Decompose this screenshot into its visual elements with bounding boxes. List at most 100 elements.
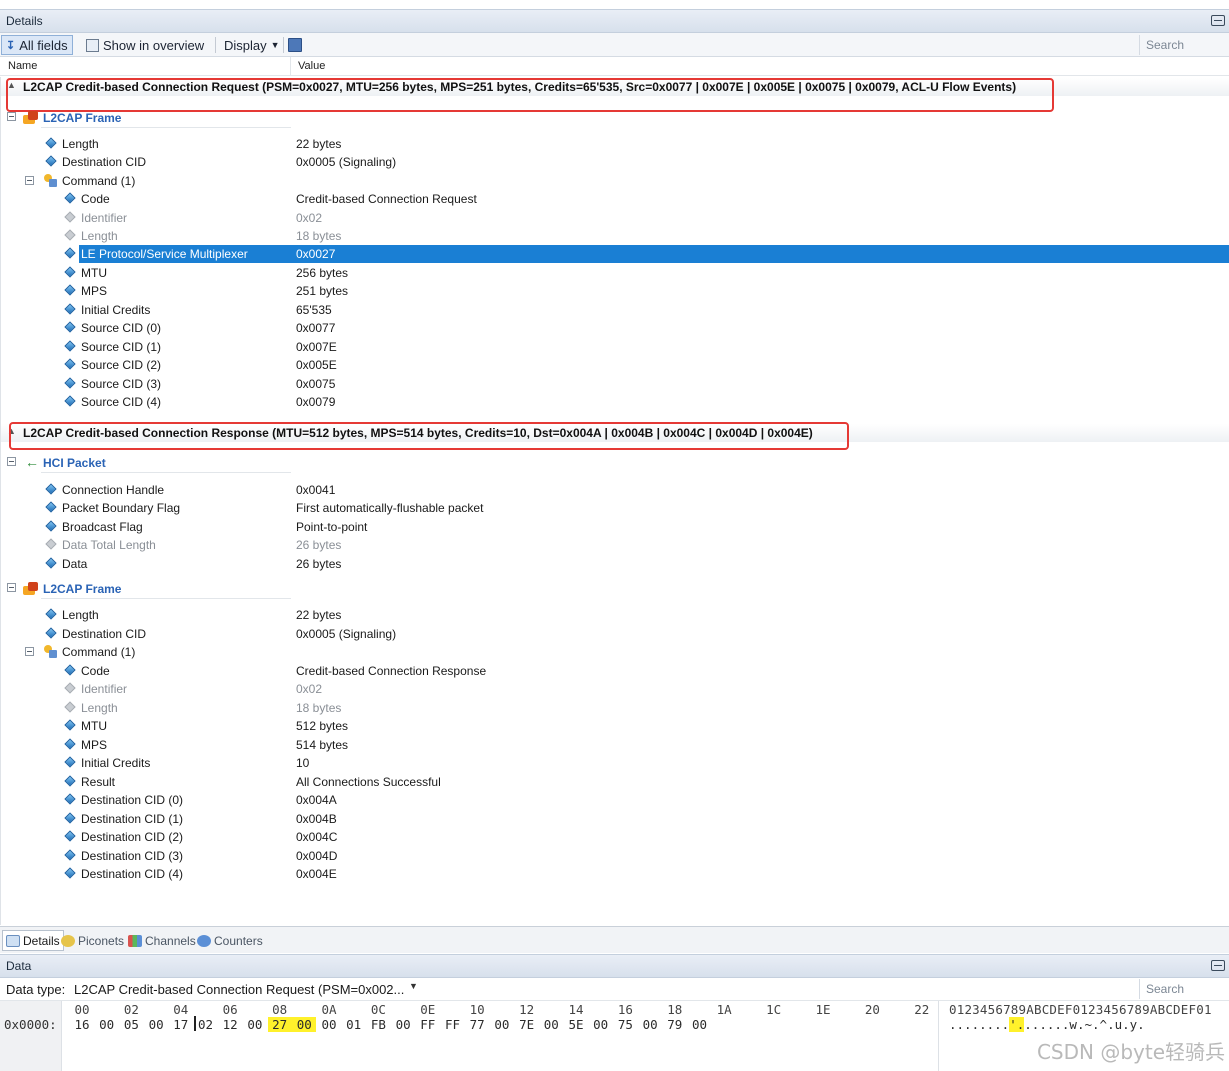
hex-byte[interactable]: 27 [267, 1017, 292, 1032]
data-type-select[interactable]: L2CAP Credit-based Connection Request (P… [74, 982, 404, 997]
collapse-toggle-icon[interactable] [7, 457, 16, 466]
show-in-overview-button[interactable]: Show in overview [82, 35, 208, 55]
field-row[interactable]: Source CID (3) 0x0075 [1, 375, 1229, 393]
hex-byte[interactable]: 7E [515, 1017, 539, 1032]
all-fields-button[interactable]: ↧ All fields [1, 35, 73, 55]
selected-field-row[interactable]: LE Protocol/Service Multiplexer 0x0027 [1, 245, 1229, 263]
hex-byte[interactable]: 16 [70, 1017, 94, 1032]
hex-byte[interactable]: 00 [539, 1017, 563, 1032]
export-button[interactable] [284, 35, 306, 55]
hex-byte[interactable]: 17 [169, 1017, 193, 1032]
field-row[interactable]: Initial Credits 10 [1, 754, 1229, 772]
field-row[interactable]: Data Total Length 26 bytes [1, 536, 1229, 554]
hex-byte[interactable]: 79 [663, 1017, 687, 1032]
hex-byte[interactable]: 75 [613, 1017, 637, 1032]
field-row[interactable]: Destination CID (0) 0x004A [1, 791, 1229, 809]
field-row[interactable]: Length 22 bytes [1, 606, 1229, 624]
field-row[interactable]: Packet Boundary Flag First automatically… [1, 499, 1229, 517]
hex-byte[interactable]: FF [416, 1017, 440, 1032]
hex-byte[interactable]: 05 [119, 1017, 143, 1032]
field-row[interactable]: Destination CID (3) 0x004D [1, 847, 1229, 865]
field-name: Destination CID (2) [81, 830, 184, 844]
hex-view[interactable]: 0x0000: 00 02 04 06 08 0A 0C 0E 10 12 14 16 18 1A 1C 1E… [0, 1001, 1229, 1071]
l2cap-frame-group[interactable]: L2CAP Frame [1, 108, 1229, 128]
collapse-toggle-icon[interactable] [7, 112, 16, 121]
value-column-header[interactable]: Value [298, 60, 325, 72]
field-name: Source CID (1) [81, 340, 162, 354]
field-row[interactable]: MPS 251 bytes [1, 282, 1229, 300]
dropdown-arrow-icon[interactable]: ▼ [409, 981, 418, 991]
hex-byte[interactable]: 00 [144, 1017, 168, 1032]
field-row[interactable]: Destination CID 0x0005 (Signaling) [1, 625, 1229, 643]
hex-byte[interactable]: 00 [688, 1017, 712, 1032]
field-row[interactable]: Destination CID (1) 0x004B [1, 810, 1229, 828]
field-row[interactable]: Identifier 0x02 [1, 209, 1229, 227]
field-row[interactable]: MTU 512 bytes [1, 717, 1229, 735]
hex-byte[interactable]: 00 [243, 1017, 267, 1032]
panel-restore-icon[interactable] [1211, 960, 1225, 971]
collapse-toggle-icon[interactable] [25, 647, 34, 656]
tab-counters[interactable]: Counters [194, 930, 266, 951]
field-row[interactable]: Identifier 0x02 [1, 680, 1229, 698]
tab-details[interactable]: Details [2, 930, 64, 951]
hci-packet-group[interactable]: ← HCI Packet [1, 453, 1229, 473]
field-name: MTU [81, 266, 107, 280]
field-row[interactable]: Source CID (1) 0x007E [1, 338, 1229, 356]
field-row[interactable]: Length 18 bytes [1, 227, 1229, 245]
field-name: Destination CID [62, 627, 147, 641]
command-row[interactable]: Command (1) [1, 643, 1229, 661]
field-row[interactable]: Data 26 bytes [1, 555, 1229, 573]
hex-byte[interactable]: 00 [317, 1017, 341, 1032]
field-row[interactable]: Initial Credits 65'535 [1, 301, 1229, 319]
command-row[interactable]: Command (1) [1, 172, 1229, 190]
field-row[interactable]: Length 18 bytes [1, 699, 1229, 717]
l2cap-frame-group[interactable]: L2CAP Frame [1, 579, 1229, 599]
hex-byte[interactable]: 01 [342, 1017, 366, 1032]
data-search-input[interactable]: Search [1139, 979, 1229, 999]
hex-byte[interactable]: 77 [465, 1017, 489, 1032]
collapse-toggle-icon[interactable] [25, 176, 34, 185]
hex-byte[interactable]: 00 [95, 1017, 119, 1032]
hex-byte[interactable]: 00 [292, 1017, 317, 1032]
display-dropdown[interactable]: Display ▼ [220, 35, 284, 55]
field-row[interactable]: Code Credit-based Connection Request [1, 190, 1229, 208]
panel-restore-icon[interactable] [1211, 15, 1225, 26]
field-name: Destination CID (3) [81, 849, 184, 863]
data-panel-header: Data [0, 954, 1229, 978]
field-icon [45, 608, 57, 620]
field-row[interactable]: Source CID (2) 0x005E [1, 356, 1229, 374]
hex-byte[interactable]: FB [366, 1017, 390, 1032]
field-value: 10 [296, 756, 310, 770]
bottom-tab-bar: Details Piconets Channels Counters [0, 926, 1229, 953]
hex-column-label: 1A [716, 1002, 732, 1017]
field-icon [45, 501, 57, 513]
field-row[interactable]: Code Credit-based Connection Response [1, 662, 1229, 680]
tab-piconets[interactable]: Piconets [58, 930, 127, 951]
hex-byte[interactable]: 02 [194, 1017, 218, 1032]
column-divider[interactable] [290, 57, 291, 76]
field-row[interactable]: MPS 514 bytes [1, 736, 1229, 754]
field-row[interactable]: Source CID (0) 0x0077 [1, 319, 1229, 337]
hex-byte[interactable]: 12 [218, 1017, 242, 1032]
field-value: 0x004A [296, 793, 337, 807]
name-column-header[interactable]: Name [8, 60, 37, 72]
hex-byte[interactable]: 00 [589, 1017, 613, 1032]
hex-byte[interactable]: 5E [564, 1017, 588, 1032]
collapse-toggle-icon[interactable] [7, 583, 16, 592]
details-search-input[interactable]: Search [1139, 35, 1229, 55]
field-row[interactable]: Destination CID 0x0005 (Signaling) [1, 153, 1229, 171]
field-row[interactable]: Broadcast Flag Point-to-point [1, 518, 1229, 536]
hex-byte[interactable]: 00 [638, 1017, 662, 1032]
hex-byte[interactable]: 00 [391, 1017, 415, 1032]
hex-byte[interactable]: FF [441, 1017, 465, 1032]
hex-byte[interactable]: 00 [490, 1017, 514, 1032]
details-toolbar: ↧ All fields Show in overview Display ▼ … [0, 33, 1229, 57]
field-row[interactable]: Result All Connections Successful [1, 773, 1229, 791]
field-row[interactable]: Destination CID (4) 0x004E [1, 865, 1229, 883]
field-row[interactable]: Source CID (4) 0x0079 [1, 393, 1229, 411]
field-row[interactable]: Connection Handle 0x0041 [1, 481, 1229, 499]
field-row[interactable]: Length 22 bytes [1, 135, 1229, 153]
tab-channels[interactable]: Channels [125, 930, 199, 951]
field-row[interactable]: Destination CID (2) 0x004C [1, 828, 1229, 846]
field-row[interactable]: MTU 256 bytes [1, 264, 1229, 282]
